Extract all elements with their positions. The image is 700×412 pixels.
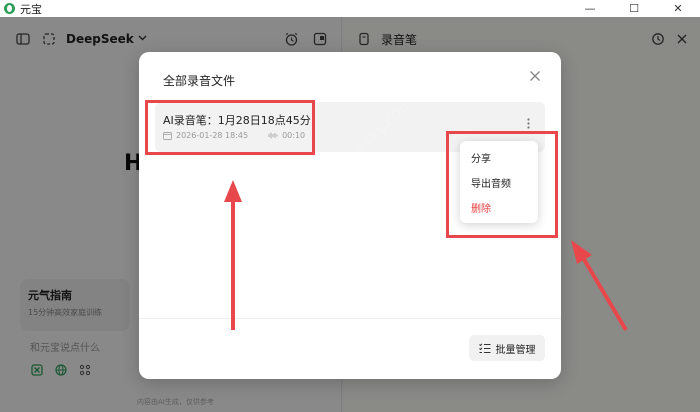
checklist-icon	[478, 342, 490, 353]
close-window-button[interactable]: ✕	[656, 0, 700, 17]
yuanbao-logo-icon	[4, 3, 15, 14]
modal-divider	[139, 318, 561, 319]
modal-title: 全部录音文件	[163, 74, 236, 88]
more-options-icon[interactable]	[521, 116, 535, 130]
batch-manage-label: 批量管理	[495, 344, 536, 356]
close-icon[interactable]	[529, 70, 543, 84]
app-title: 元宝	[20, 2, 42, 16]
window-titlebar: 元宝 — ☐ ✕	[0, 0, 700, 17]
maximize-button[interactable]: ☐	[612, 0, 656, 17]
highlight-box-menu	[446, 131, 558, 238]
minimize-button[interactable]: —	[568, 0, 612, 17]
batch-manage-button[interactable]: 批量管理	[469, 335, 545, 361]
highlight-box-recording	[145, 100, 315, 155]
window-controls: — ☐ ✕	[568, 0, 700, 17]
